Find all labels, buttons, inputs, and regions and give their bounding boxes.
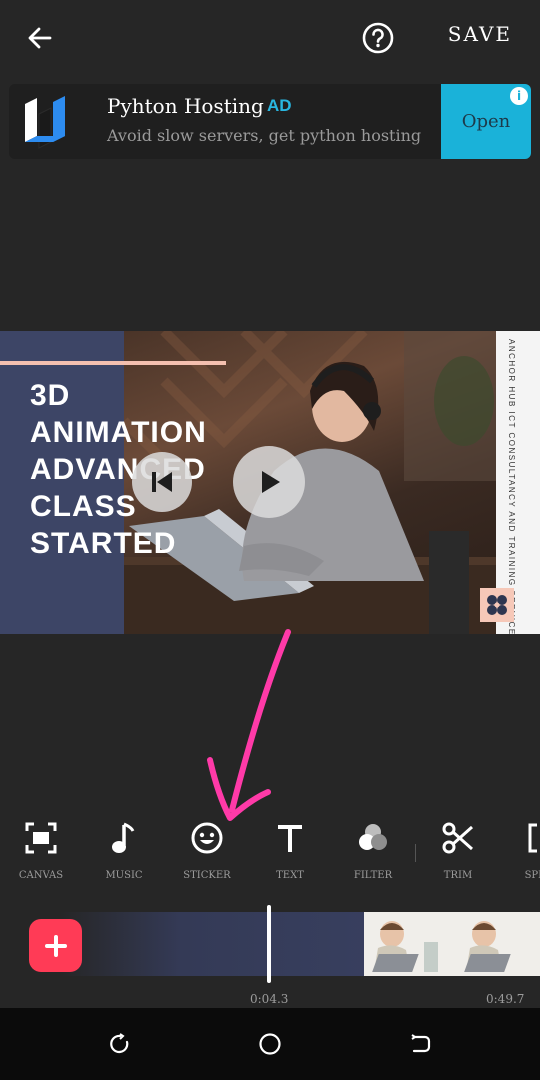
annotation-arrow-icon	[207, 629, 291, 821]
accent-line	[0, 361, 226, 365]
help-icon	[362, 22, 394, 54]
rotate-icon	[110, 1033, 129, 1053]
music-note-icon	[112, 822, 135, 853]
hosting-logo-icon	[25, 96, 65, 149]
smiley-icon	[191, 822, 223, 854]
total-duration: 0:49.7	[486, 992, 525, 1006]
split-icon	[528, 823, 537, 853]
timeline[interactable]: 0:04.3 0:49.7	[0, 905, 540, 1015]
previous-button[interactable]	[132, 452, 192, 512]
filter-icon	[359, 824, 387, 850]
brand-logo-icon	[480, 588, 514, 622]
ad-badge: AD	[267, 96, 292, 115]
tool-label: FILTER	[353, 870, 393, 881]
save-button[interactable]: SAVE	[448, 22, 512, 46]
top-bar: SAVE	[0, 0, 540, 76]
tool-label: STICKER	[183, 870, 231, 881]
play-button[interactable]	[233, 446, 305, 518]
canvas-icon	[25, 822, 57, 854]
tool-label: MUSIC	[105, 870, 143, 881]
clip-thumbnail[interactable]	[364, 912, 540, 976]
ad-banner[interactable]: Pyhton Hosting AD Avoid slow servers, ge…	[9, 84, 531, 159]
tool-trim[interactable]: TRIM	[416, 818, 500, 881]
play-icon	[262, 471, 280, 493]
add-clip-button[interactable]	[29, 919, 82, 972]
help-button[interactable]	[358, 18, 398, 58]
back-nav-button[interactable]	[408, 1032, 432, 1056]
text-icon	[278, 825, 302, 852]
home-circle-icon	[259, 1033, 281, 1055]
tool-filter[interactable]: FILTER	[331, 818, 415, 881]
tool-label: TRIM	[443, 870, 473, 881]
headline-line: 3D	[30, 379, 71, 412]
back-nav-icon	[411, 1034, 431, 1053]
system-nav-bar	[0, 1008, 540, 1080]
back-arrow-icon	[28, 27, 52, 49]
headline-line: ANIMATION	[30, 416, 207, 449]
edit-toolbar: CANVAS MUSIC STICKER TEXT FILTER TRIM SP	[0, 818, 540, 890]
headline-line: STARTED	[30, 527, 177, 560]
tool-split[interactable]: SPLIT	[498, 818, 540, 881]
tool-text[interactable]: TEXT	[248, 818, 332, 881]
tool-label: CANVAS	[18, 870, 64, 881]
plus-icon	[44, 934, 67, 957]
recents-button[interactable]	[108, 1032, 132, 1056]
tool-canvas[interactable]: CANVAS	[0, 818, 83, 881]
home-button[interactable]	[258, 1032, 282, 1056]
skip-previous-icon	[152, 472, 172, 492]
baby-thumbnail-image	[364, 912, 540, 976]
ad-info-icon[interactable]: i	[510, 87, 528, 105]
video-preview[interactable]: 3D ANIMATION ADVANCED CLASS STARTED ANCH…	[0, 331, 540, 634]
ad-description: Avoid slow servers, get python hosting	[107, 126, 422, 145]
playhead[interactable]	[267, 905, 271, 983]
tool-sticker[interactable]: STICKER	[165, 818, 249, 881]
tool-label: TEXT	[276, 870, 304, 881]
back-button[interactable]	[20, 18, 60, 58]
ad-title: Pyhton Hosting	[107, 94, 264, 118]
scissors-icon	[442, 822, 474, 854]
tool-label: SPLIT	[524, 870, 540, 881]
current-time: 0:04.3	[250, 992, 289, 1006]
tool-music[interactable]: MUSIC	[82, 818, 166, 881]
